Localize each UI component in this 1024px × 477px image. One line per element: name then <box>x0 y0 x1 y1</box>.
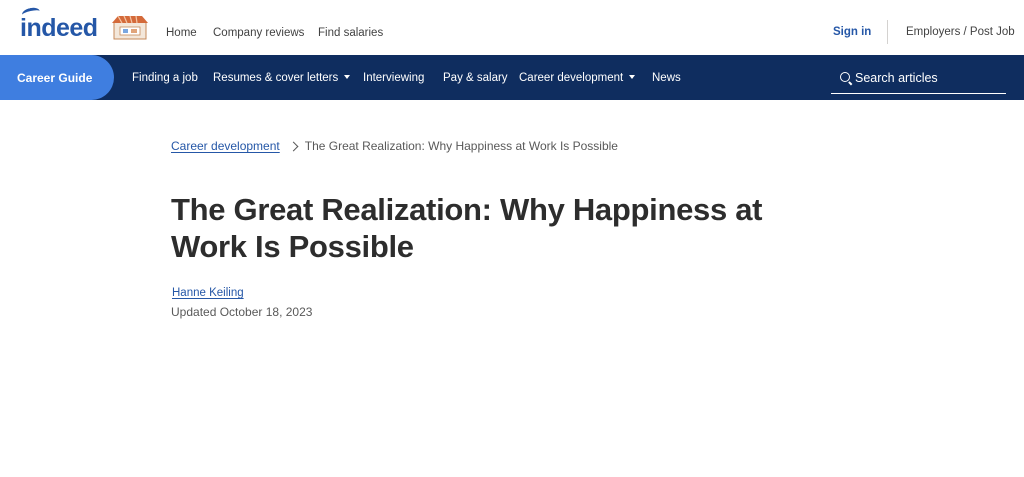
nav-home-link[interactable]: Home <box>166 26 197 40</box>
nav-item-label: Finding a job <box>132 72 198 84</box>
nav-company-reviews-link[interactable]: Company reviews <box>213 26 304 40</box>
nav-career-development[interactable]: Career development <box>519 71 636 85</box>
nav-pay-salary[interactable]: Pay & salary <box>443 71 508 85</box>
article-title: The Great Realization: Why Happiness at … <box>171 192 763 264</box>
top-header: indeed Home Company reviews Find salarie… <box>0 0 1024 55</box>
nav-item-label: Interviewing <box>363 72 425 84</box>
employers-post-job-link[interactable]: Employers / Post Job <box>906 26 1015 38</box>
nav-item-label: News <box>652 72 681 84</box>
chevron-down-icon <box>344 75 351 79</box>
author-link[interactable]: Hanne Keiling <box>172 287 244 299</box>
search-placeholder: Search articles <box>855 71 938 85</box>
breadcrumb-career-development-link[interactable]: Career development <box>171 138 280 154</box>
logo-text: indeed <box>20 14 98 42</box>
chevron-right-icon <box>288 141 299 151</box>
career-guide-button[interactable]: Career Guide <box>0 55 114 100</box>
header-divider <box>887 20 888 44</box>
nav-resumes-cover-letters[interactable]: Resumes & cover letters <box>213 71 351 85</box>
nav-news[interactable]: News <box>652 71 681 85</box>
nav-item-label: Pay & salary <box>443 72 508 84</box>
nav-interviewing[interactable]: Interviewing <box>363 71 424 85</box>
nav-item-label: Resumes & cover letters <box>213 72 339 84</box>
chevron-down-icon <box>629 75 636 79</box>
career-guide-label: Career Guide <box>17 70 93 85</box>
search-articles-input[interactable]: Search articles <box>831 65 1006 94</box>
search-icon <box>840 72 850 82</box>
breadcrumb: Career development The Great Realization… <box>171 138 618 154</box>
banner-illustration-icon <box>112 15 148 40</box>
nav-finding-a-job[interactable]: Finding a job <box>132 71 198 85</box>
updated-date: Updated October 18, 2023 <box>171 305 313 319</box>
nav-item-label: Career development <box>519 72 624 84</box>
career-guide-navbar: Career Guide Finding a job Resumes & cov… <box>0 55 1024 100</box>
sign-in-link[interactable]: Sign in <box>833 26 871 38</box>
nav-find-salaries-link[interactable]: Find salaries <box>318 26 383 40</box>
breadcrumb-current: The Great Realization: Why Happiness at … <box>304 139 618 153</box>
indeed-logo[interactable]: indeed <box>20 6 98 42</box>
